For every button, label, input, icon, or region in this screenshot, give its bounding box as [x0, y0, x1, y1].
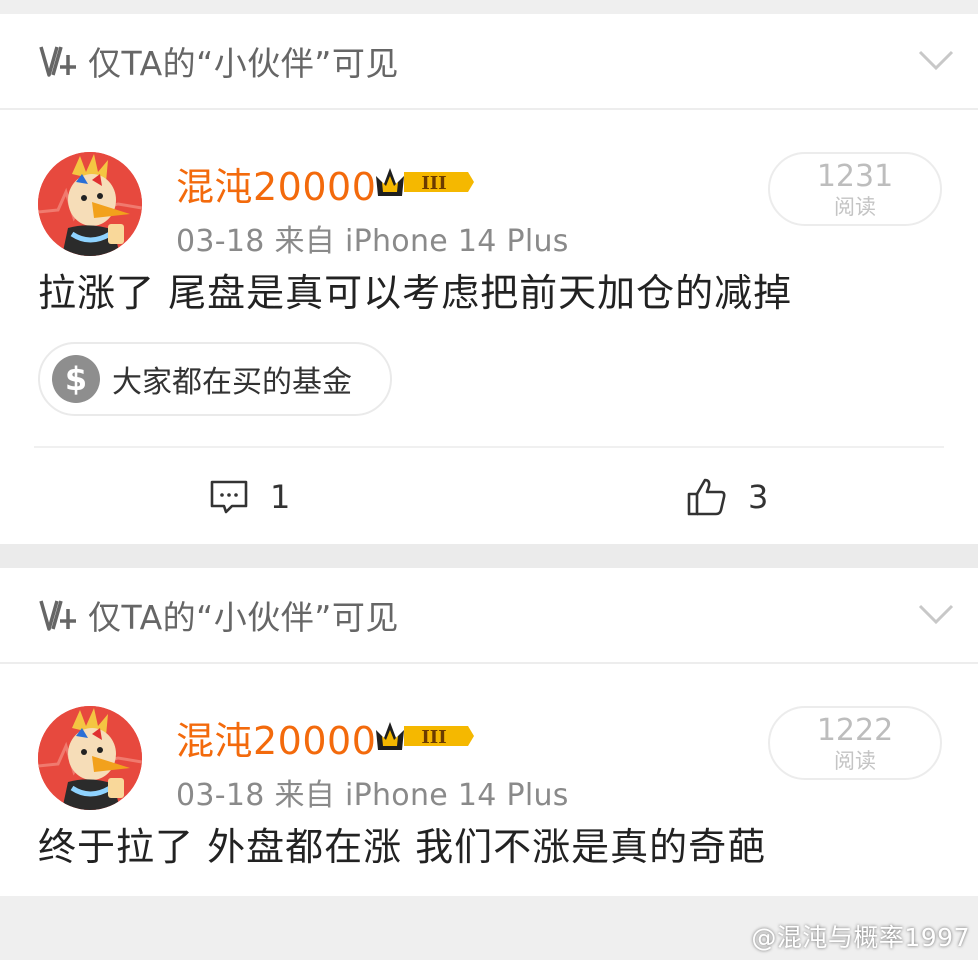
thumbs-up-icon	[687, 478, 726, 516]
read-label: 阅读	[834, 195, 876, 219]
visibility-label: 仅TA的“小伙伴”可见	[88, 598, 399, 637]
visibility-label: 仅TA的“小伙伴”可见	[88, 44, 399, 83]
post-meta: 03-18 来自 iPhone 14 Plus	[176, 778, 569, 813]
chevron-down-icon[interactable]	[918, 600, 954, 628]
author-row: 混沌20000 III 03-18 来自 iPhone 14 Plus 1231…	[0, 110, 978, 260]
username[interactable]: 混沌20000	[176, 710, 376, 765]
post-content[interactable]: 拉涨了 尾盘是真可以考虑把前天加仓的减掉	[0, 260, 978, 342]
comment-button[interactable]: 1	[208, 476, 290, 518]
badge-level: III	[421, 727, 446, 748]
chevron-down-icon[interactable]	[918, 46, 954, 74]
like-button[interactable]: 3	[686, 476, 768, 518]
action-bar: 1 3	[0, 448, 978, 544]
visibility-bar[interactable]: 仅TA的“小伙伴”可见	[0, 568, 978, 664]
topic-label: 大家都在买的基金	[112, 365, 352, 400]
avatar[interactable]	[38, 152, 142, 256]
read-label: 阅读	[834, 749, 876, 773]
watermark: @混沌与概率1997	[751, 923, 970, 952]
read-count-pill: 1231 阅读	[768, 152, 942, 226]
post-content[interactable]: 终于拉了 外盘都在涨 我们不涨是真的奇葩	[0, 814, 978, 896]
read-count: 1231	[816, 159, 894, 194]
read-count-pill: 1222 阅读	[768, 706, 942, 780]
comment-icon	[210, 480, 248, 514]
avatar[interactable]	[38, 706, 142, 810]
post-card: 仅TA的“小伙伴”可见 混沌20000 III 03-18 来自 iPhone …	[0, 14, 978, 544]
topic-chip[interactable]: $ 大家都在买的基金	[38, 342, 392, 416]
top-gap	[0, 0, 978, 14]
vip-crown-badge-icon[interactable]: III	[374, 162, 476, 202]
author-row: 混沌20000 III 03-18 来自 iPhone 14 Plus 1222…	[0, 664, 978, 814]
visibility-bar[interactable]: 仅TA的“小伙伴”可见	[0, 14, 978, 110]
vip-crown-badge-icon[interactable]: III	[374, 716, 476, 756]
post-card: 仅TA的“小伙伴”可见 混沌20000 III 03-18 来自 iPhone …	[0, 568, 978, 896]
post-gap	[0, 544, 978, 568]
comment-count: 1	[270, 478, 291, 516]
visibility-icon	[39, 600, 76, 631]
username[interactable]: 混沌20000	[176, 156, 376, 211]
dollar-icon: $	[52, 355, 100, 403]
badge-level: III	[421, 173, 446, 194]
read-count: 1222	[816, 713, 894, 748]
like-count: 3	[748, 478, 769, 516]
post-meta: 03-18 来自 iPhone 14 Plus	[176, 224, 569, 259]
visibility-icon	[39, 46, 76, 77]
